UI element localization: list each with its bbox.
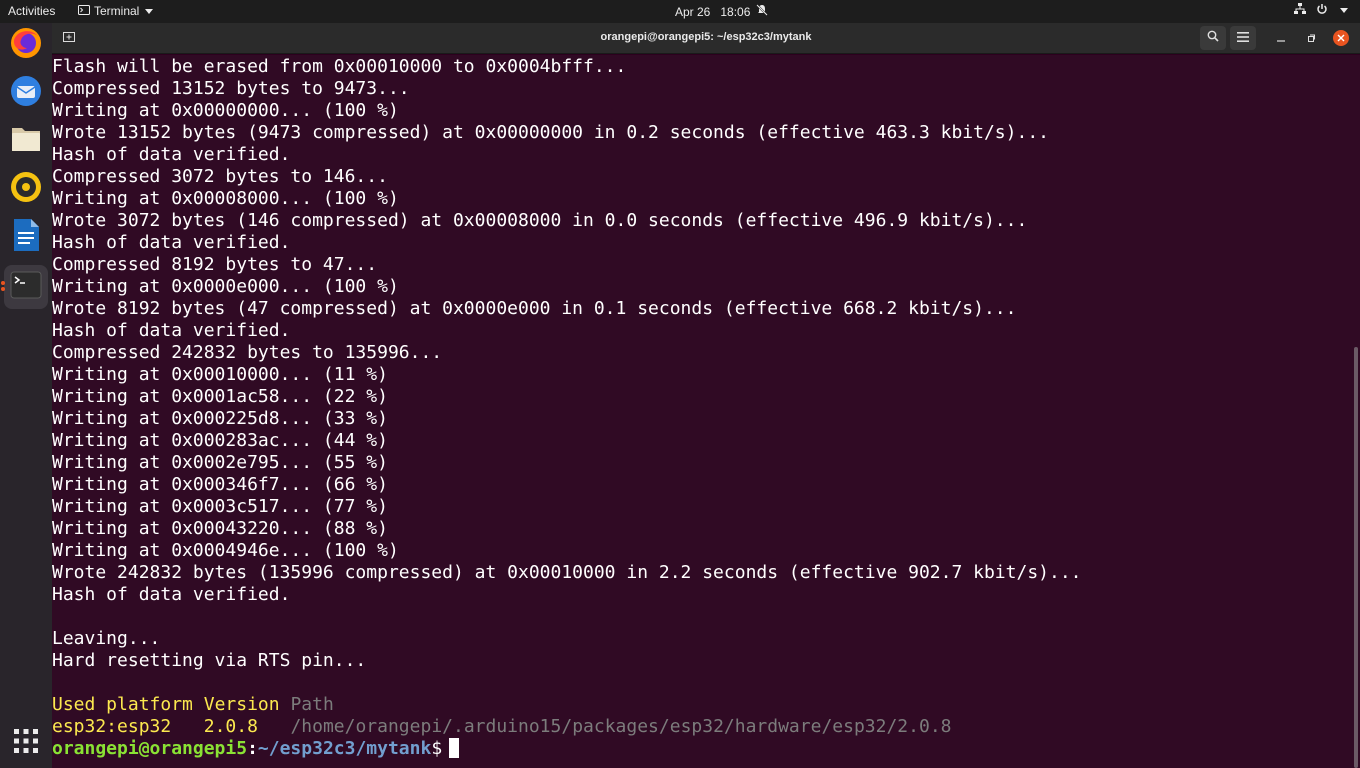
terminal-tail: Used platform Version Path esp32:esp32 2…	[52, 694, 1082, 760]
terminal-icon	[10, 271, 42, 304]
network-icon[interactable]	[1294, 3, 1306, 18]
terminal-line: Compressed 8192 bytes to 47...	[52, 254, 378, 275]
notifications-muted-icon	[756, 4, 769, 19]
terminal-line: Compressed 13152 bytes to 9473...	[52, 78, 410, 99]
close-icon	[1333, 30, 1349, 46]
terminal-line: Hash of data verified.	[52, 144, 291, 165]
writer-icon	[12, 218, 40, 257]
platform-header-path: Path	[290, 694, 334, 715]
terminal-scrollbar[interactable]	[1352, 55, 1360, 768]
terminal-line: Hard resetting via RTS pin...	[52, 650, 367, 671]
terminal-line: Writing at 0x00008000... (100 %)	[52, 188, 399, 209]
dock-files[interactable]	[4, 119, 48, 163]
terminal-line: Writing at 0x0002e795... (55 %)	[52, 452, 388, 473]
text-cursor	[449, 738, 460, 758]
prompt-path: ~/esp32c3/mytank	[257, 738, 432, 759]
terminal-line: Writing at 0x0000e000... (100 %)	[52, 276, 399, 297]
terminal-line: Writing at 0x000283ac... (44 %)	[52, 430, 388, 451]
system-menu-chevron-icon[interactable]	[1340, 8, 1348, 13]
prompt-separator: :	[247, 738, 258, 759]
hamburger-menu-icon	[1237, 29, 1249, 47]
terminal-line: Leaving...	[52, 628, 161, 649]
files-icon	[10, 124, 42, 159]
platform-row: esp32:esp32 2.0.8 /home/orangepi/.arduin…	[52, 716, 1082, 738]
terminal-line: Wrote 13152 bytes (9473 compressed) at 0…	[52, 122, 1049, 143]
platform-header-version: Version	[203, 694, 280, 715]
terminal-line: Writing at 0x00010000... (11 %)	[52, 364, 388, 385]
terminal-line: Compressed 242832 bytes to 135996...	[52, 342, 443, 363]
terminal-line: Hash of data verified.	[52, 320, 291, 341]
platform-header-row: Used platform Version Path	[52, 694, 1082, 716]
clock-date: Apr 26	[675, 4, 711, 19]
terminal-line: Writing at 0x000346f7... (66 %)	[52, 474, 388, 495]
app-menu-label: Terminal	[94, 4, 140, 18]
thunderbird-icon	[9, 74, 43, 113]
terminal-output[interactable]: Flash will be erased from 0x00010000 to …	[52, 55, 1352, 768]
terminal-line: Writing at 0x00000000... (100 %)	[52, 100, 399, 121]
close-button[interactable]	[1328, 26, 1354, 50]
terminal-line: Wrote 3072 bytes (146 compressed) at 0x0…	[52, 210, 1028, 231]
chevron-down-icon	[145, 8, 154, 14]
dock-firefox[interactable]	[4, 23, 48, 67]
app-grid-icon	[14, 728, 38, 758]
terminal-line: Hash of data verified.	[52, 584, 291, 605]
clock[interactable]: Apr 26 18:06	[675, 4, 769, 19]
terminal-line: Writing at 0x0004946e... (100 %)	[52, 540, 399, 561]
hamburger-menu-button[interactable]	[1230, 26, 1256, 50]
shell-prompt[interactable]: orangepi@orangepi5:~/esp32c3/mytank$	[52, 738, 1082, 760]
minimize-icon	[1277, 29, 1285, 47]
platform-path: /home/orangepi/.arduino15/packages/esp32…	[290, 716, 952, 737]
search-button[interactable]	[1200, 26, 1226, 50]
running-indicator	[1, 281, 5, 285]
minimize-button[interactable]	[1268, 26, 1294, 50]
restore-icon	[1307, 29, 1315, 47]
firefox-icon	[9, 26, 43, 65]
scrollbar-thumb[interactable]	[1354, 347, 1358, 768]
terminal-line: Compressed 3072 bytes to 146...	[52, 166, 388, 187]
search-icon	[1207, 29, 1219, 47]
dock-writer[interactable]	[4, 215, 48, 259]
terminal-lines: Flash will be erased from 0x00010000 to …	[52, 56, 1082, 760]
header-bar: orangepi@orangepi5: ~/esp32c3/mytank	[52, 23, 1360, 54]
terminal-line: Flash will be erased from 0x00010000 to …	[52, 56, 627, 77]
prompt-user-host: orangepi@orangepi5	[52, 738, 248, 759]
terminal-line: Writing at 0x0003c517... (77 %)	[52, 496, 388, 517]
activities-button[interactable]: Activities	[8, 4, 55, 18]
show-applications-button[interactable]	[4, 721, 48, 765]
terminal-line: Writing at 0x000225d8... (33 %)	[52, 408, 388, 429]
terminal-line: Writing at 0x00043220... (88 %)	[52, 518, 388, 539]
prompt-symbol: $	[431, 738, 443, 759]
terminal-line: Wrote 8192 bytes (47 compressed) at 0x00…	[52, 298, 1017, 319]
maximize-button[interactable]	[1298, 26, 1324, 50]
system-tray[interactable]	[1294, 3, 1348, 18]
terminal-window: orangepi@orangepi5: ~/esp32c3/mytank Fla…	[52, 23, 1360, 768]
clock-time: 18:06	[720, 4, 751, 19]
terminal-line: Wrote 242832 bytes (135996 compressed) a…	[52, 562, 1082, 583]
running-indicator	[1, 287, 5, 291]
rhythmbox-icon	[10, 171, 42, 208]
top-bar: Activities Terminal Apr 26 18:06	[0, 0, 1360, 23]
platform-header-used: Used platform	[52, 694, 193, 715]
dock-thunderbird[interactable]	[4, 71, 48, 115]
power-icon[interactable]	[1316, 3, 1328, 18]
dock	[0, 23, 52, 768]
terminal-line: Hash of data verified.	[52, 232, 291, 253]
dock-rhythmbox[interactable]	[4, 167, 48, 211]
terminal-line: Writing at 0x0001ac58... (22 %)	[52, 386, 388, 407]
app-menu-terminal[interactable]: Terminal	[78, 4, 154, 18]
dock-terminal[interactable]	[4, 265, 48, 309]
window-title: orangepi@orangepi5: ~/esp32c3/mytank	[600, 31, 812, 43]
platform-name: esp32:esp32	[52, 716, 172, 737]
terminal-small-icon	[78, 4, 90, 18]
platform-version: 2.0.8	[203, 716, 258, 737]
